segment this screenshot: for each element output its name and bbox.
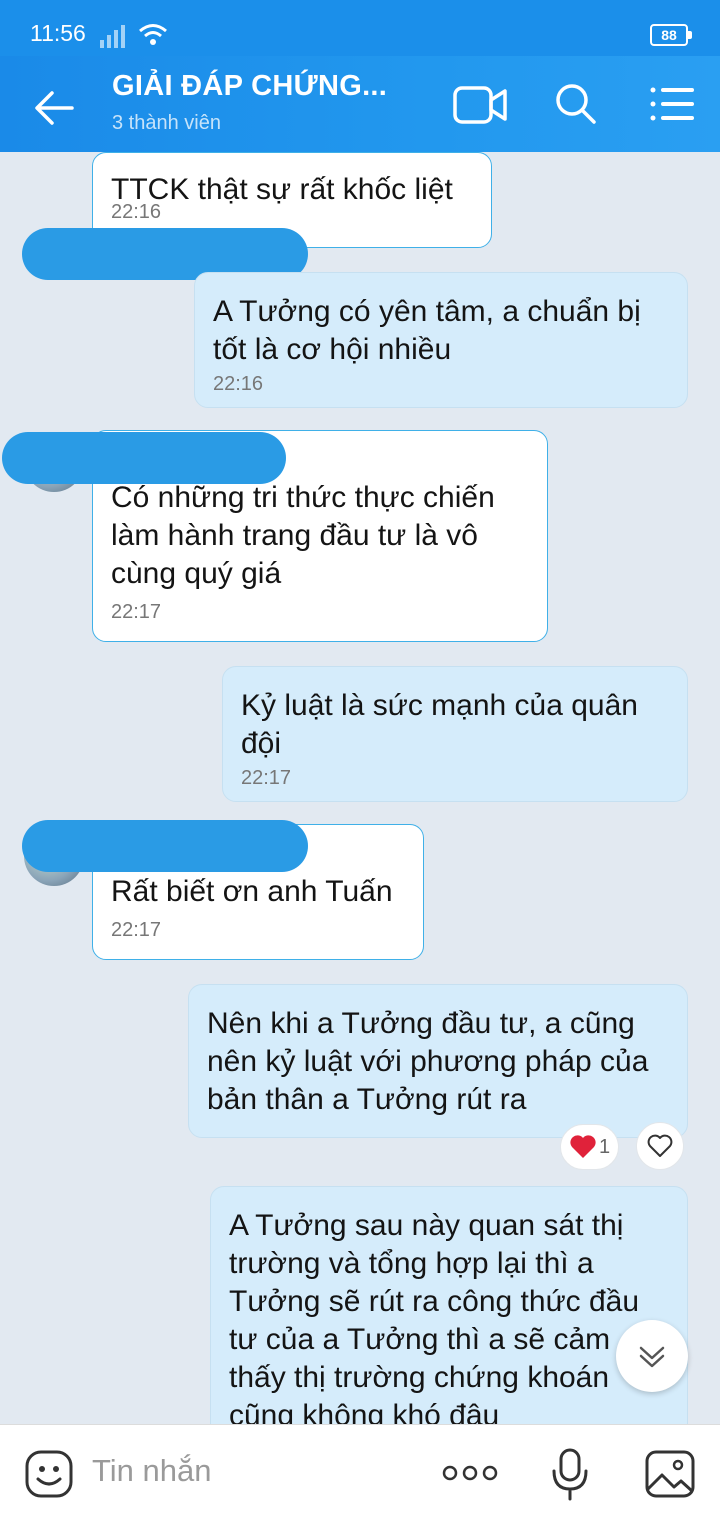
status-bar: 11:56 88 xyxy=(0,0,720,56)
status-time: 11:56 xyxy=(30,20,86,46)
message-text: A Tưởng sau này quan sát thị trường và t… xyxy=(229,1209,640,1424)
message-text: Nên khi a Tưởng đầu tư, a cũng nên kỷ lu… xyxy=(207,1007,649,1116)
member-count: 3 thành viên xyxy=(112,112,221,134)
message-time: 22:17 xyxy=(111,601,162,623)
menu-icon[interactable] xyxy=(648,84,696,124)
chevron-down-icon xyxy=(639,1346,665,1368)
message-bubble-outgoing[interactable]: Kỷ luật là sức mạnh của quân đội 22:17 xyxy=(222,666,688,802)
signal-icon xyxy=(100,25,125,48)
wifi-icon xyxy=(139,24,167,45)
redacted-block xyxy=(2,432,286,484)
video-call-icon[interactable] xyxy=(452,82,508,128)
message-bubble-outgoing[interactable]: A Tưởng sau này quan sát thị trường và t… xyxy=(210,1186,688,1424)
message-bubble-outgoing[interactable]: A Tưởng có yên tâm, a chuẩn bị tốt là cơ… xyxy=(194,272,688,408)
heart-outline-icon xyxy=(647,1134,673,1157)
message-bubble-outgoing[interactable]: Nên khi a Tưởng đầu tư, a cũng nên kỷ lu… xyxy=(188,984,688,1138)
message-text: Có những tri thức thực chiến làm hành tr… xyxy=(111,481,495,590)
mic-icon[interactable] xyxy=(550,1447,590,1501)
message-text: Kỷ luật là sức mạnh của quân đội xyxy=(241,689,638,760)
message-text: TTCK thật sự rất khốc liệt xyxy=(111,173,453,206)
reaction-count: 1 xyxy=(599,1135,611,1158)
reaction-badge[interactable]: 1 xyxy=(560,1124,620,1170)
sticker-icon[interactable] xyxy=(24,1449,74,1499)
message-time: 22:17 xyxy=(111,919,162,941)
message-time: 22:17 xyxy=(241,767,292,789)
redacted-block xyxy=(22,820,308,872)
chat-header: GIẢI ĐÁP CHỨNG... 3 thành viên xyxy=(0,56,720,152)
message-text: A Tưởng có yên tâm, a chuẩn bị tốt là cơ… xyxy=(213,295,641,366)
back-arrow-icon[interactable] xyxy=(28,82,80,134)
more-icon[interactable] xyxy=(442,1463,498,1483)
scroll-down-button[interactable] xyxy=(616,1320,688,1392)
battery-indicator: 88 xyxy=(650,24,692,46)
message-text: Rất biết ơn anh Tuấn xyxy=(111,875,393,908)
heart-icon xyxy=(570,1135,596,1158)
message-input[interactable]: Tin nhắn xyxy=(92,1453,212,1489)
group-title[interactable]: GIẢI ĐÁP CHỨNG... xyxy=(112,70,387,103)
message-list[interactable]: TTCK thật sự rất khốc liệt 22:16 A Tưởng… xyxy=(0,152,720,1424)
like-button[interactable] xyxy=(636,1122,684,1170)
image-icon[interactable] xyxy=(644,1449,696,1499)
search-icon[interactable] xyxy=(552,80,598,126)
message-input-bar: Tin nhắn xyxy=(0,1424,720,1520)
message-time: 22:16 xyxy=(213,373,264,395)
